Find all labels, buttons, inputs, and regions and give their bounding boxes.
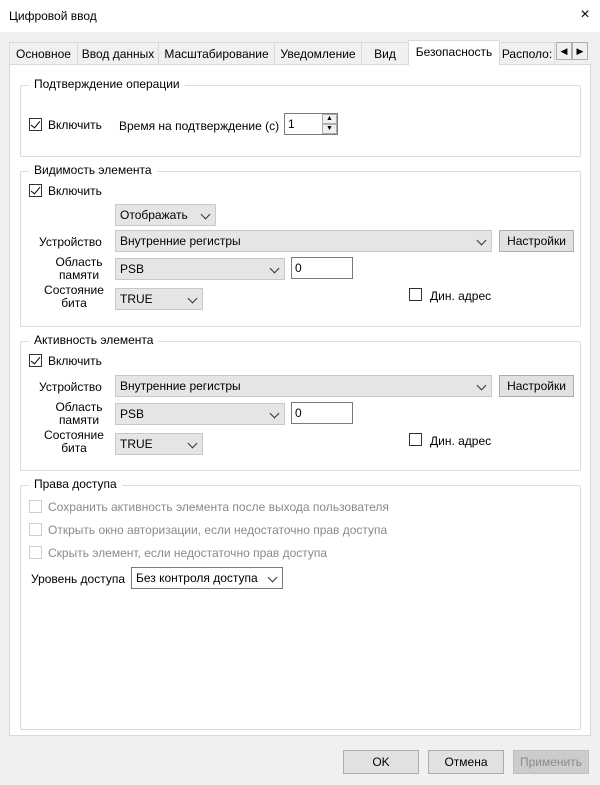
activity-enable-checkbox[interactable] — [29, 354, 42, 367]
chevron-down-icon — [269, 408, 280, 419]
access-option2-checkbox[interactable] — [29, 523, 42, 536]
activity-settings-button[interactable]: Настройки — [499, 375, 574, 397]
activity-device-select[interactable]: Внутренние регистры — [115, 375, 492, 397]
tab-location[interactable]: Располо: — [499, 42, 555, 64]
tab-scaling[interactable]: Масштабирование — [158, 42, 275, 64]
tab-scroll-left-icon[interactable]: ◀ — [556, 42, 572, 60]
access-level-select[interactable]: Без контроля доступа — [131, 567, 283, 589]
activity-bit-select[interactable]: TRUE — [115, 433, 203, 455]
activity-group-title: Активность элемента — [29, 333, 159, 347]
activity-dyn-label: Дин. адрес — [430, 434, 492, 448]
chevron-down-icon — [476, 235, 487, 246]
visibility-mode-select[interactable]: Отображать — [115, 204, 216, 226]
access-option1-label: Сохранить активность элемента после выхо… — [48, 500, 389, 514]
chevron-down-icon — [269, 263, 280, 274]
ok-button[interactable]: OK — [343, 750, 419, 774]
tab-panel: Подтверждение операции Включить Время на… — [9, 64, 591, 736]
activity-address-input[interactable]: 0 — [291, 402, 353, 424]
visibility-address-input[interactable]: 0 — [291, 257, 353, 279]
tab-data-input[interactable]: Ввод данных — [77, 42, 159, 64]
access-option2-label: Открыть окно авторизации, если недостато… — [48, 523, 388, 537]
chevron-down-icon — [187, 293, 198, 304]
activity-enable-label: Включить — [48, 354, 102, 368]
visibility-bit-select[interactable]: TRUE — [115, 288, 203, 310]
tab-strip: Основное Ввод данных Масштабирование Уве… — [9, 40, 591, 65]
access-option3-label: Скрыть элемент, если недостаточно прав д… — [48, 546, 328, 560]
access-level-label: Уровень доступа — [31, 572, 126, 586]
access-group: Права доступа Сохранить активность элеме… — [20, 477, 581, 730]
activity-bit-label: Состояние бита — [44, 428, 104, 455]
visibility-bit-label: Состояние бита — [44, 283, 104, 310]
access-option1-checkbox[interactable] — [29, 500, 42, 513]
visibility-dyn-label: Дин. адрес — [430, 289, 492, 303]
activity-dyn-checkbox[interactable] — [409, 433, 422, 446]
tab-view[interactable]: Вид — [361, 42, 409, 64]
spinner-down-icon[interactable]: ▼ — [322, 124, 337, 134]
visibility-memory-select[interactable]: PSB — [115, 258, 285, 280]
activity-memory-label: Область памяти — [55, 400, 103, 427]
access-option3-checkbox[interactable] — [29, 546, 42, 559]
chevron-down-icon — [200, 209, 211, 220]
visibility-device-select[interactable]: Внутренние регистры — [115, 230, 492, 252]
chevron-down-icon — [187, 438, 198, 449]
activity-device-label: Устройство — [39, 380, 102, 394]
apply-button[interactable]: Применить — [513, 750, 589, 774]
tab-security[interactable]: Безопасность — [408, 40, 500, 65]
close-icon[interactable]: × — [575, 5, 595, 25]
spinner-up-icon[interactable]: ▲ — [322, 114, 337, 124]
confirm-enable-label: Включить — [48, 118, 102, 132]
activity-group: Активность элемента Включить Устройство … — [20, 333, 581, 471]
cancel-button[interactable]: Отмена — [428, 750, 504, 774]
visibility-group: Видимость элемента Включить Отображать У… — [20, 163, 581, 327]
visibility-group-title: Видимость элемента — [29, 163, 157, 177]
visibility-device-label: Устройство — [39, 235, 102, 249]
access-group-title: Права доступа — [29, 477, 122, 491]
chevron-down-icon — [267, 572, 278, 583]
visibility-enable-label: Включить — [48, 184, 102, 198]
tab-main[interactable]: Основное — [9, 42, 78, 64]
tab-notification[interactable]: Уведомление — [274, 42, 362, 64]
window-title: Цифровой ввод — [9, 9, 97, 23]
visibility-memory-label: Область памяти — [55, 255, 103, 282]
confirm-group-title: Подтверждение операции — [29, 77, 185, 91]
tab-scroll-right-icon[interactable]: ▶ — [572, 42, 588, 60]
confirm-enable-checkbox[interactable] — [29, 118, 42, 131]
visibility-settings-button[interactable]: Настройки — [499, 230, 574, 252]
confirm-time-label: Время на подтверждение (с) — [119, 119, 280, 133]
chevron-down-icon — [476, 380, 487, 391]
activity-memory-select[interactable]: PSB — [115, 403, 285, 425]
visibility-dyn-checkbox[interactable] — [409, 288, 422, 301]
confirm-group: Подтверждение операции Включить Время на… — [20, 77, 581, 157]
visibility-enable-checkbox[interactable] — [29, 184, 42, 197]
